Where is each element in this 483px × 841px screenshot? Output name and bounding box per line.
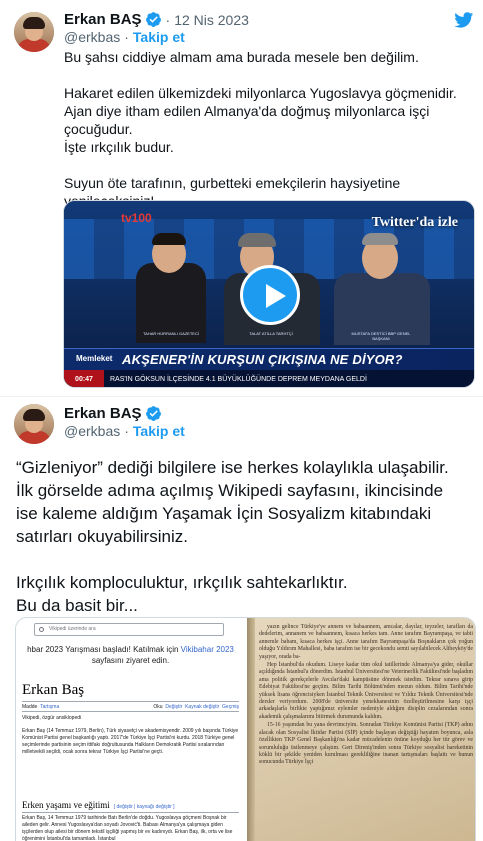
tweet-header: Erkan BAŞ · 12 Nis 2023 [64,11,249,28]
verified-badge-icon [145,406,161,421]
separator-dot: · [165,11,171,28]
book-paragraph: 15-16 yaşımdan bu yana devrimciyim. Sonr… [259,722,473,766]
ticker-text: RAS'IN GÖKSUN İLÇESİNDE 4.1 BÜYÜKLÜĞÜNDE… [110,376,367,383]
tweet-1-text: Bu şahsı ciddiye almam ama burada mesele… [64,48,474,210]
separator-dot: · [124,29,129,45]
wiki-tabs: Madde Tartışma Oku Değiştir Kaynak değiş… [22,704,239,710]
nameplate: TAHAR HÜRRANLI GAZETECİ [143,331,199,336]
tweet-line: satırları okuyabilirsiniz. [16,527,188,546]
wiki-heading: Erken yaşamı ve eğitimi[ değiştir | kayn… [22,800,175,810]
wiki-title: Erkan Baş [22,682,85,698]
banner-tag: Memleket [76,354,113,363]
separator-dot: · [124,423,129,439]
tweet-line: Hakaret edilen ülkemizdeki milyonlarca Y… [64,85,457,101]
watch-on-twitter-label[interactable]: Twitter'da izle [372,215,458,231]
book-paragraph: Hep İstanbul'da okudum. Liseye kadar tüm… [259,662,473,720]
book-text: yazın gelince Türkiye'ye annem ve babaan… [259,624,473,768]
wiki-subtitle: Vikipedi, özgür ansiklopedi [22,715,82,721]
wiki-notice: hbar 2023 Yarışması başladı! Katılmak iç… [27,645,234,665]
embedded-video[interactable]: tv100 Twitter'da izle TAHAR HÜRRANLI GAZ… [63,200,475,388]
tweet-line: Bu da basit bir... [16,596,138,615]
author-handle[interactable]: @erkbas [64,423,120,439]
play-icon[interactable] [240,265,300,325]
tweet-line: çocuğudur. [64,121,133,137]
tweet-line: “Gizleniyor” dediği bilgilere ise herkes… [16,458,449,477]
tweet-1: Erkan BAŞ · 12 Nis 2023 @erkbas · Takip … [0,0,483,396]
ticker-time: 00:47 [64,370,104,387]
tweet-2-text: “Gizleniyor” dediği bilgilere ise herkes… [16,456,476,617]
author-name[interactable]: Erkan BAŞ [64,405,142,422]
search-icon [39,627,44,632]
author-name[interactable]: Erkan BAŞ [64,11,142,28]
nameplate: MUSTAFA DESTİCİ BBP GENEL BAŞKANI [351,331,411,341]
twitter-bird-icon[interactable] [452,10,475,30]
wikipedia-screenshot[interactable]: Vikipedi üzerinde ara hbar 2023 Yarışmas… [16,618,245,841]
follow-button[interactable]: Takip et [133,423,185,439]
tweet-subheader: @erkbas · Takip et [64,29,185,45]
wiki-paragraph: Erkan Baş, 14 Temmuz 1979 tarihinde Batı… [22,815,233,841]
news-banner: Memleket AKŞENER'İN KURŞUN ÇIKIŞINA NE D… [64,348,474,370]
tweet-line: Ajan diye itham edilen Almanya'da doğmuş… [64,103,430,119]
wiki-paragraph: Erkan Baş (14 Temmuz 1979, Berlin), Türk… [22,728,239,755]
book-page-photo[interactable]: yazın gelince Türkiye'ye annem ve babaan… [247,618,475,841]
tweet-line: Irkçılık komploculuktur, ırkçılık sahtek… [16,573,348,592]
tweet-header: Erkan BAŞ [64,405,162,422]
nameplate: TALAT ATİLLA TARHTÇİ [249,331,293,336]
tweet-line: İşte ırkçılık budur. [64,139,174,155]
tweet-subheader: @erkbas · Takip et [64,423,185,439]
tweet-images[interactable]: Vikipedi üzerinde ara hbar 2023 Yarışmas… [15,617,476,841]
tweet-line: Bu şahsı ciddiye almam ama burada mesele… [64,49,419,65]
banner-headline: AKŞENER'İN KURŞUN ÇIKIŞINA NE DİYOR? [122,352,403,367]
follow-button[interactable]: Takip et [133,29,185,45]
verified-badge-icon [145,12,161,27]
channel-logo: tv100 [121,211,152,225]
avatar[interactable] [14,12,54,52]
wiki-search-box: Vikipedi üzerinde ara [34,623,224,636]
author-handle[interactable]: @erkbas [64,29,120,45]
tweet-line: ise kaleme aldığım Yaşamak İçin Sosyaliz… [16,504,432,523]
news-ticker: 00:47 RAS'IN GÖKSUN İLÇESİNDE 4.1 BÜYÜKL… [64,370,474,387]
avatar[interactable] [14,404,54,444]
tweet-line: İlk görselde adıma açılmış Wikipedi sayf… [16,481,444,500]
tweet-date[interactable]: 12 Nis 2023 [174,12,249,28]
tweet-divider [0,396,483,397]
book-paragraph: yazın gelince Türkiye'ye annem ve babaan… [259,624,473,660]
